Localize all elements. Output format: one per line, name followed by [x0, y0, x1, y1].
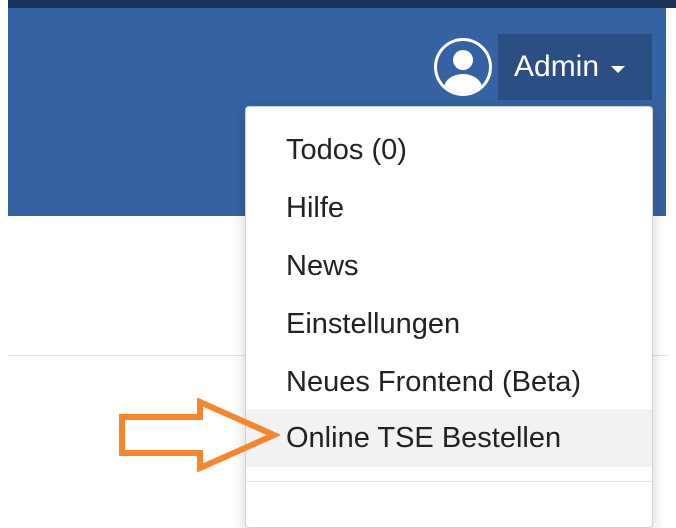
menu-item-einstellungen[interactable]: Einstellungen [246, 295, 652, 353]
arrow-right-icon [119, 398, 280, 472]
menu-item-todos[interactable]: Todos (0) [246, 121, 652, 179]
admin-label: Admin [514, 50, 600, 83]
navbar-edge [666, 0, 676, 216]
menu-divider [246, 481, 652, 482]
window-left-border [0, 0, 8, 508]
menu-item-neues-frontend[interactable]: Neues Frontend (Beta) [246, 353, 652, 411]
user-dropdown-menu: Todos (0) Hilfe News Einstellungen Neues… [245, 106, 653, 528]
menu-item-hilfe[interactable]: Hilfe [246, 179, 652, 237]
menu-item-online-tse-bestellen[interactable]: Online TSE Bestellen [246, 409, 652, 467]
side-panel-edge [651, 356, 667, 508]
caret-down-icon [611, 65, 626, 73]
user-circle-icon[interactable] [432, 36, 494, 98]
admin-dropdown-button[interactable]: Admin [498, 34, 652, 100]
window-top-border [0, 0, 676, 8]
side-panel-right [666, 356, 676, 508]
menu-item-news[interactable]: News [246, 237, 652, 295]
user-menu-toggle[interactable]: Admin [430, 34, 652, 100]
